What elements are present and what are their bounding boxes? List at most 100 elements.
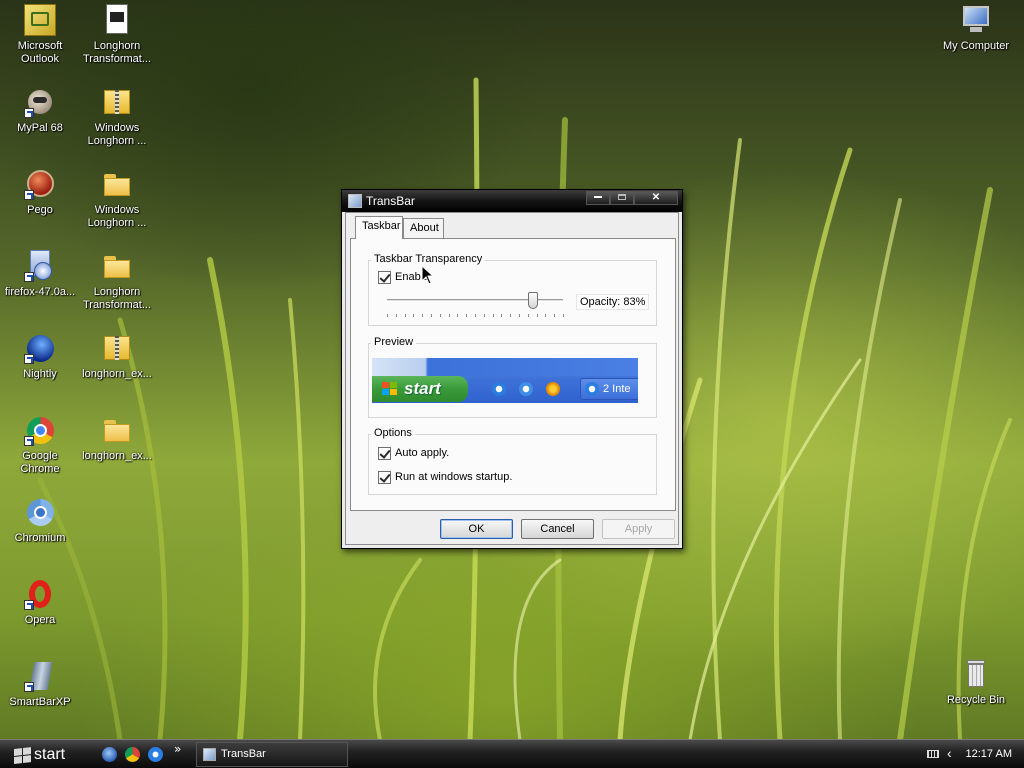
- opacity-readout: Opacity: 83%: [576, 294, 650, 310]
- windows-flag-icon: [14, 747, 32, 764]
- desktop-icon-recycle-bin[interactable]: Recycle Bin: [936, 658, 1016, 707]
- shortcut-arrow-icon: [24, 108, 34, 118]
- options-group: Options Auto apply. Run at windows start…: [368, 427, 657, 495]
- window-client-area: Taskbar About Taskbar Transparency Enabl…: [345, 212, 679, 545]
- ok-button[interactable]: OK: [440, 519, 513, 539]
- desktop-icon-windows-longhorn-zip[interactable]: Windows Longhorn ...: [77, 86, 157, 148]
- zip-folder-icon: [101, 332, 133, 364]
- desktop-icon-mypal[interactable]: MyPal 68: [0, 86, 80, 135]
- run-startup-checkbox[interactable]: [378, 471, 391, 484]
- desktop-icon-smartbarxp[interactable]: SmartBarXP: [0, 660, 80, 709]
- slider-tick: [554, 314, 556, 317]
- apply-button[interactable]: Apply: [602, 519, 675, 539]
- transbar-window: TransBar ✕ Taskbar About Taskbar Transpa…: [341, 189, 683, 549]
- desktop-icon-longhorn-ex-zip[interactable]: longhorn_ex...: [77, 332, 157, 381]
- system-tray: ‹ 12:17 AM: [914, 740, 1024, 768]
- desktop-icon-pego[interactable]: Pego: [0, 168, 80, 217]
- desktop-icon-windows-longhorn-folder[interactable]: Windows Longhorn ...: [77, 168, 157, 230]
- desktop-icon-my-computer[interactable]: My Computer: [936, 4, 1016, 53]
- options-group-title: Options: [371, 427, 415, 439]
- taskbar-tab-panel: Taskbar Transparency Enable Opacity: 83%…: [350, 238, 676, 511]
- desktop-icon-chromium[interactable]: Chromium: [0, 496, 80, 545]
- transbar-app-icon: [203, 748, 216, 761]
- tab-about[interactable]: About: [403, 218, 444, 238]
- nightly-icon: [24, 332, 56, 364]
- auto-apply-label: Auto apply.: [395, 447, 450, 459]
- mouse-cursor: [421, 265, 435, 285]
- desktop-icon-google-chrome[interactable]: Google Chrome: [0, 414, 80, 476]
- windows-flag-icon: [382, 382, 398, 396]
- slider-tick: [475, 314, 476, 317]
- mypal-icon: [24, 86, 56, 118]
- pego-icon: [24, 168, 56, 200]
- opacity-slider-thumb[interactable]: [528, 292, 539, 309]
- folder-icon: [101, 168, 133, 200]
- close-icon: ✕: [651, 192, 661, 203]
- shortcut-arrow-icon: [24, 682, 34, 692]
- clock[interactable]: 12:17 AM: [966, 748, 1012, 760]
- auto-apply-checkbox[interactable]: [378, 447, 391, 460]
- folder-icon: [101, 414, 133, 446]
- opera-icon: [24, 578, 56, 610]
- media-player-icon: [546, 382, 560, 396]
- slider-tick: [431, 314, 432, 317]
- desktop-icon-longhorn-ex-folder[interactable]: longhorn_ex...: [77, 414, 157, 463]
- slider-tick: [457, 314, 459, 317]
- slider-tick: [501, 314, 503, 317]
- shortcut-arrow-icon: [24, 190, 34, 200]
- run-startup-label: Run at windows startup.: [395, 471, 513, 483]
- start-button[interactable]: start: [4, 742, 84, 767]
- minimize-button[interactable]: [586, 191, 610, 205]
- slider-tick: [519, 314, 520, 317]
- slider-tick: [387, 314, 388, 317]
- preview-group: Preview start 2 Inte: [368, 336, 657, 418]
- quicklaunch-firefox-icon[interactable]: [102, 747, 117, 762]
- quicklaunch-more-icon[interactable]: »: [174, 742, 181, 756]
- minimize-icon: [594, 196, 602, 199]
- transbar-app-icon: [348, 194, 362, 208]
- slider-tick: [527, 314, 529, 317]
- tab-taskbar[interactable]: Taskbar: [355, 216, 403, 239]
- ie-task-icon: [585, 382, 599, 396]
- keyboard-icon[interactable]: [927, 750, 939, 758]
- smartbar-icon: [24, 660, 56, 692]
- maximize-icon: [618, 194, 626, 201]
- desktop-icon-longhorn-transformation-folder[interactable]: Longhorn Transformat...: [77, 250, 157, 312]
- window-titlebar[interactable]: TransBar ✕: [342, 190, 682, 212]
- chrome-icon: [24, 414, 56, 446]
- quicklaunch-chrome-icon[interactable]: [125, 747, 140, 762]
- slider-tick: [545, 314, 547, 317]
- window-title: TransBar: [366, 194, 415, 208]
- desktop-icon-longhorn-transformation-doc[interactable]: Longhorn Transformat...: [77, 4, 157, 66]
- desktop-icon-outlook[interactable]: Microsoft Outlook: [0, 4, 80, 66]
- desktop-icon-firefox-installer[interactable]: firefox-47.0a...: [0, 250, 80, 299]
- slider-tick: [510, 314, 512, 317]
- shortcut-arrow-icon: [24, 436, 34, 446]
- transparency-group-title: Taskbar Transparency: [371, 253, 486, 265]
- slider-tick: [483, 314, 485, 317]
- start-label: start: [34, 746, 66, 763]
- quicklaunch-ie-icon[interactable]: [148, 747, 163, 762]
- folder-icon: [101, 250, 133, 282]
- slider-tick: [536, 314, 538, 317]
- taskbar-button-transbar[interactable]: TransBar: [196, 742, 348, 767]
- cancel-button[interactable]: Cancel: [521, 519, 594, 539]
- slider-tick: [404, 314, 406, 317]
- slider-tick: [563, 314, 564, 317]
- transparency-group: Taskbar Transparency Enable Opacity: 83%: [368, 253, 657, 326]
- tray-expand-icon[interactable]: ‹: [947, 745, 952, 761]
- close-button[interactable]: ✕: [634, 191, 678, 205]
- desktop-icon-nightly[interactable]: Nightly: [0, 332, 80, 381]
- shortcut-arrow-icon: [24, 272, 34, 282]
- taskbar-button-label: TransBar: [221, 748, 266, 760]
- maximize-button[interactable]: [610, 191, 634, 205]
- installer-icon: [24, 250, 56, 282]
- preview-group-title: Preview: [371, 336, 417, 348]
- ie-icon: [492, 382, 506, 396]
- desktop-icon-opera[interactable]: Opera: [0, 578, 80, 627]
- zip-folder-icon: [101, 86, 133, 118]
- slider-tick: [395, 314, 397, 317]
- enable-checkbox[interactable]: [378, 271, 391, 284]
- slider-tick: [448, 314, 450, 317]
- slider-tick: [422, 314, 424, 317]
